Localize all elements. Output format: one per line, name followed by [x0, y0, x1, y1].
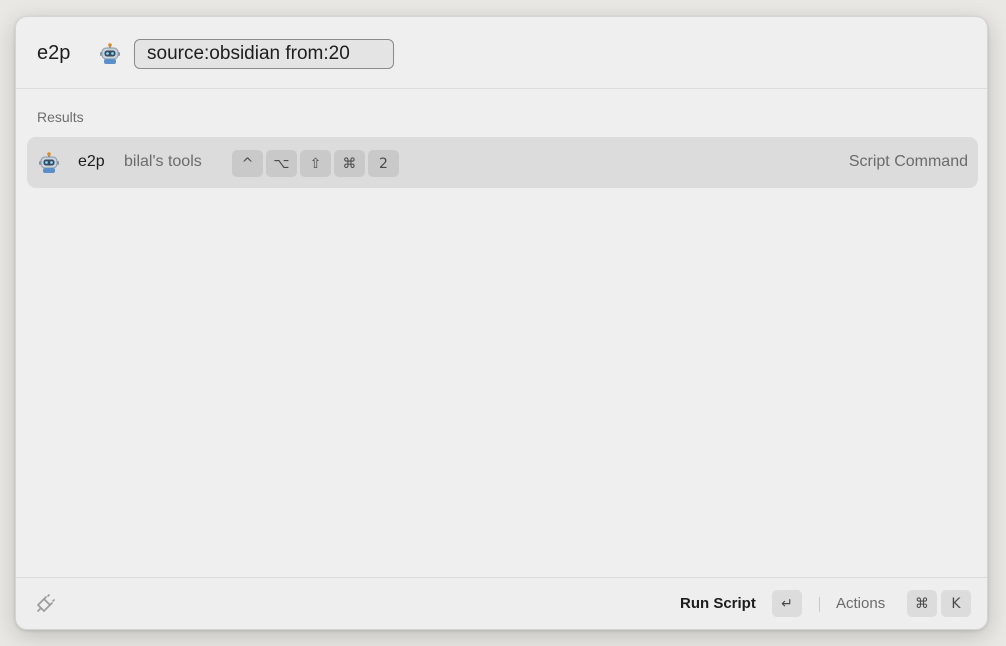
robot-icon	[99, 43, 121, 65]
actions-command-key: ⌘	[907, 590, 937, 617]
search-bar: e2p	[16, 17, 987, 89]
argument-input[interactable]	[134, 39, 394, 69]
hotkey-2-key: 2	[368, 150, 399, 177]
extension-icon	[34, 593, 56, 615]
result-title: e2p	[78, 153, 105, 170]
result-row-e2p[interactable]: e2p bilal's tools ^ ⌥ ⇧ ⌘ 2 Script Comma…	[27, 137, 978, 188]
launcher-window: e2p Results	[15, 16, 988, 630]
hotkey-control-key: ^	[232, 150, 263, 177]
return-key: ↵	[772, 590, 802, 617]
hotkey-shift-key: ⇧	[300, 150, 331, 177]
footer-divider	[819, 597, 820, 612]
hotkey-command-key: ⌘	[334, 150, 365, 177]
actions-button[interactable]: Actions	[836, 595, 885, 612]
result-subtitle: bilal's tools	[124, 153, 202, 170]
run-script-button[interactable]: Run Script	[680, 595, 756, 612]
command-name: e2p	[37, 42, 71, 64]
actions-k-key: K	[941, 590, 971, 617]
action-bar: Run Script ↵ Actions ⌘ K	[16, 577, 987, 629]
robot-icon	[38, 152, 60, 174]
section-label-results: Results	[37, 109, 84, 125]
result-type: Script Command	[848, 153, 968, 170]
hotkey-option-key: ⌥	[266, 150, 297, 177]
